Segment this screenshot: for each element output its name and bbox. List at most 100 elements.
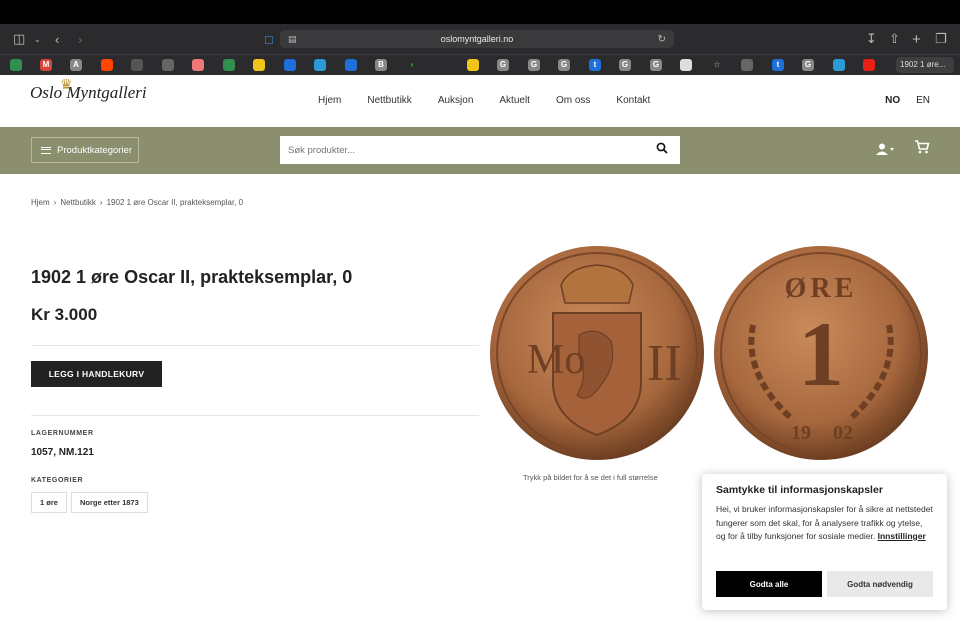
bookmark-blue3-icon[interactable] <box>833 59 845 71</box>
reader-icon[interactable]: ▤ <box>288 34 297 45</box>
bookmark-yellow-icon[interactable] <box>253 59 265 71</box>
bookmark-g5-icon[interactable]: G <box>650 59 662 71</box>
bookmark-g1-icon[interactable]: G <box>497 59 509 71</box>
image-caption: Trykk på bildet for å se det i full stør… <box>523 473 658 482</box>
nav-item-nettbutikk[interactable]: Nettbutikk <box>367 95 411 106</box>
coin-obverse-image[interactable]: Mo II <box>489 245 705 461</box>
bookmark-white-icon[interactable] <box>680 59 692 71</box>
nav-item-auksjon[interactable]: Auksjon <box>438 95 474 106</box>
url-text: oslomyntgalleri.no <box>440 34 514 44</box>
bookmark-star-icon[interactable]: ☆ <box>711 59 723 71</box>
bookmark-g4-icon[interactable]: G <box>619 59 631 71</box>
bookmark-flower-icon[interactable] <box>192 59 204 71</box>
share-icon[interactable]: ⇧ <box>889 24 900 54</box>
bookmark-t2-icon[interactable]: t <box>772 59 784 71</box>
site-header: ♛ Oslo Myntgalleri Hjem Nettbutikk Auksj… <box>0 75 960 127</box>
lang-en[interactable]: EN <box>916 95 930 106</box>
bookmark-grid-icon[interactable] <box>131 59 143 71</box>
breadcrumb: Hjem › Nettbutikk › 1902 1 øre Oscar II,… <box>31 198 243 207</box>
lang-no[interactable]: NO <box>885 95 900 106</box>
categories-label: KATEGORIER <box>31 477 84 484</box>
logo-text: Oslo Myntgalleri <box>30 83 147 102</box>
bookmark-y2-icon[interactable] <box>467 59 479 71</box>
nav-item-aktuelt[interactable]: Aktuelt <box>499 95 530 106</box>
category-tag-1-ore[interactable]: 1 øre <box>31 492 67 513</box>
bookmark-blue-icon[interactable] <box>284 59 296 71</box>
download-icon[interactable]: ↧ <box>866 24 877 54</box>
bookmark-b-icon[interactable]: B <box>375 59 387 71</box>
product-categories-label: Produktkategorier <box>57 144 132 156</box>
page-icon: □ <box>265 31 273 47</box>
breadcrumb-separator-icon: › <box>99 198 103 207</box>
bookmark-arrow-icon[interactable]: › <box>406 59 418 71</box>
coin-value-text: 1 <box>798 303 844 405</box>
product-title: 1902 1 øre Oscar II, prakteksemplar, 0 <box>31 267 353 287</box>
bookmarks-bar: M A B › G G G t G G ☆ t G 1902 1 øre... <box>0 54 960 75</box>
menu-icon <box>41 146 51 154</box>
product-price: Kr 3.000 <box>31 305 98 324</box>
bookmark-leaf-icon[interactable] <box>436 59 448 71</box>
sku-value: 1057, NM.121 <box>31 447 94 458</box>
coin-year-left-text: 19 <box>791 422 811 444</box>
tabs-overview-icon[interactable]: ❐ <box>935 24 947 54</box>
bookmark-circle2-icon[interactable] <box>741 59 753 71</box>
cookie-text: Hei, vi bruker informasjonskapsler for å… <box>716 503 933 544</box>
new-tab-icon[interactable]: + <box>912 24 921 54</box>
bookmark-a-icon[interactable]: A <box>70 59 82 71</box>
cookie-buttons: Godta alle Godta nødvendig <box>716 571 933 597</box>
bookmark-t-icon[interactable]: t <box>589 59 601 71</box>
browser-tab[interactable]: 1902 1 øre... <box>896 57 954 73</box>
coin-reverse-image[interactable]: ØRE 1 19 02 <box>713 245 929 461</box>
divider <box>31 345 479 346</box>
add-to-cart-button[interactable]: LEGG I HANDLEKURV <box>31 361 162 387</box>
cookie-title: Samtykke til informasjonskapsler <box>716 484 883 496</box>
bookmark-blue2-icon[interactable] <box>345 59 357 71</box>
breadcrumb-separator-icon: › <box>53 198 57 207</box>
bookmark-g6-icon[interactable]: G <box>802 59 814 71</box>
product-categories-button[interactable]: Produktkategorier <box>31 137 139 163</box>
coin-mintmark-text: Mo <box>527 337 585 383</box>
site-logo[interactable]: ♛ Oslo Myntgalleri <box>30 78 147 103</box>
cookie-consent-dialog: Samtykke til informasjonskapsler Hei, vi… <box>702 474 947 610</box>
accept-necessary-button[interactable]: Godta nødvendig <box>827 571 933 597</box>
category-tag-norge-etter-1873[interactable]: Norge etter 1873 <box>71 492 148 513</box>
system-bar <box>0 0 960 24</box>
coin-denomination-text: ØRE <box>785 273 858 304</box>
bookmark-g-icon[interactable] <box>314 59 326 71</box>
bookmark-drive2-icon[interactable] <box>223 59 235 71</box>
coin-regnal-text: II <box>647 335 682 392</box>
bookmark-drive-icon[interactable] <box>10 59 22 71</box>
nav-item-hjem[interactable]: Hjem <box>318 95 341 106</box>
breadcrumb-hjem[interactable]: Hjem <box>31 198 50 207</box>
language-switcher: NO EN <box>869 95 930 106</box>
bookmark-reddit-icon[interactable] <box>101 59 113 71</box>
address-bar[interactable]: ▤ oslomyntgalleri.no ↻ <box>280 30 674 48</box>
main-nav: Hjem Nettbutikk Auksjon Aktuelt Om oss K… <box>318 95 676 106</box>
cookie-settings-link[interactable]: Innstillinger <box>878 531 926 541</box>
chevron-down-icon[interactable]: ⌄ <box>34 24 41 54</box>
cart-icon[interactable] <box>914 140 930 154</box>
breadcrumb-current: 1902 1 øre Oscar II, prakteksemplar, 0 <box>106 198 244 207</box>
bookmark-gmail-icon[interactable]: M <box>40 59 52 71</box>
divider <box>31 415 479 416</box>
sku-label: LAGERNUMMER <box>31 430 94 437</box>
bookmark-circle-icon[interactable] <box>162 59 174 71</box>
crown-icon: ♛ <box>60 78 73 93</box>
bookmark-youtube-icon[interactable] <box>863 59 875 71</box>
bookmark-g3-icon[interactable]: G <box>558 59 570 71</box>
browser-toolbar: ◫ ⌄ ‹ › □ ▤ oslomyntgalleri.no ↻ ↧ ⇧ + ❐ <box>0 24 960 54</box>
search-band: Produktkategorier <box>0 127 960 174</box>
nav-item-om-oss[interactable]: Om oss <box>556 95 590 106</box>
breadcrumb-nettbutikk[interactable]: Nettbutikk <box>60 198 96 207</box>
sidebar-icon[interactable]: ◫ <box>13 24 25 54</box>
coin-year-right-text: 02 <box>833 422 853 444</box>
user-icon[interactable] <box>876 143 896 155</box>
back-icon[interactable]: ‹ <box>55 24 59 54</box>
search-input[interactable] <box>280 136 680 164</box>
reload-icon[interactable]: ↻ <box>658 34 666 45</box>
accept-all-button[interactable]: Godta alle <box>716 571 822 597</box>
forward-icon[interactable]: › <box>78 24 82 54</box>
bookmark-g2-icon[interactable]: G <box>528 59 540 71</box>
search-icon[interactable] <box>656 142 668 154</box>
nav-item-kontakt[interactable]: Kontakt <box>616 95 650 106</box>
